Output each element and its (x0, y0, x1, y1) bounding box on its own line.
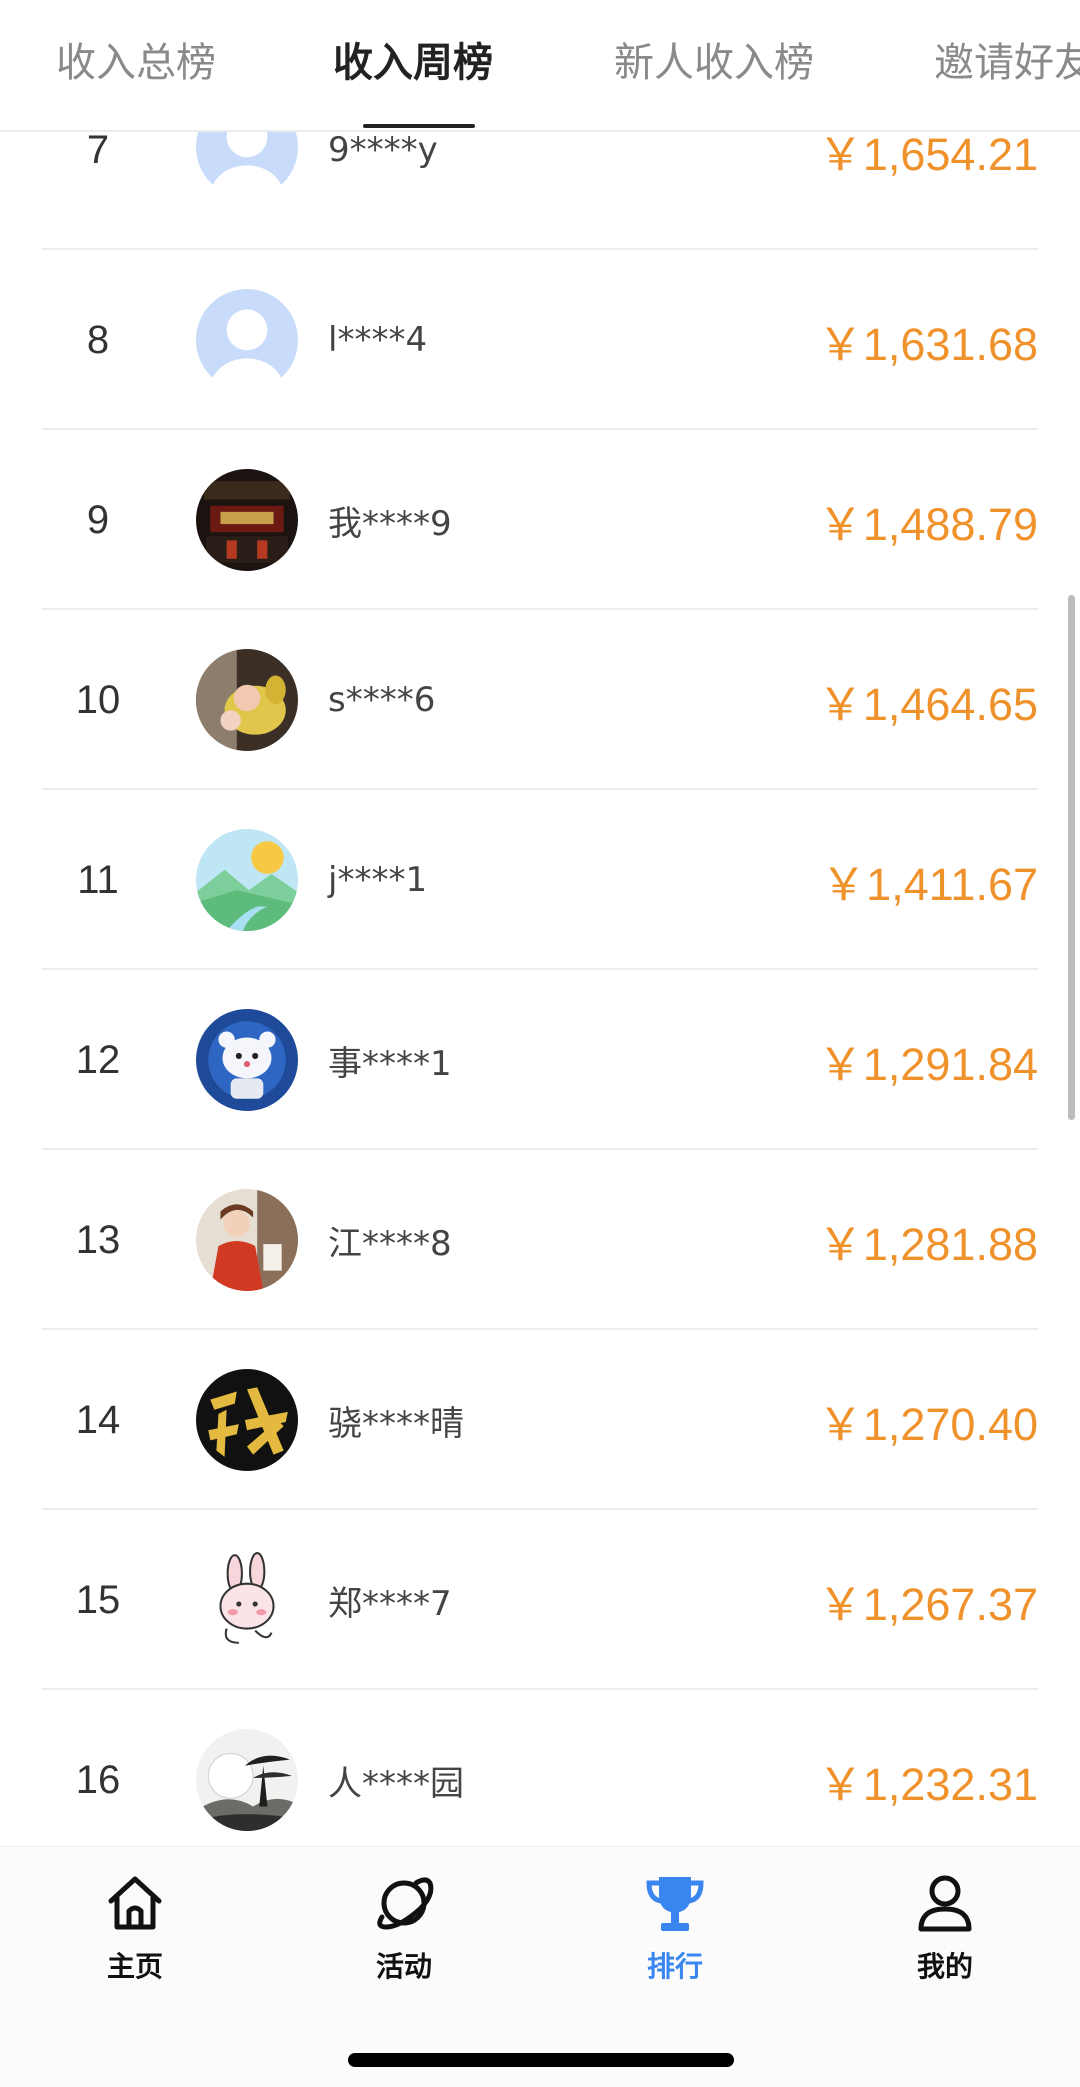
user-icon (918, 1875, 972, 1932)
user-name: j****1 (328, 860, 428, 900)
income-amount: ￥1,267.37 (817, 1578, 1038, 1630)
tab-invite-friends[interactable]: 邀请好友 (934, 30, 1080, 96)
user-name: 骁****晴 (328, 1403, 464, 1444)
nav-activity-label: 活动 (375, 1950, 432, 1983)
ranking-row[interactable]: 15 郑****7 ￥1,267.37 (42, 1510, 1038, 1690)
rank-number: 15 (75, 1577, 121, 1622)
ranking-row[interactable]: 9 我****9 ￥1,488.79 (42, 430, 1038, 610)
income-amount: ￥1,232.31 (817, 1758, 1038, 1810)
nav-ranking-label: 排行 (646, 1950, 703, 1983)
income-amount: ￥1,411.67 (821, 858, 1038, 910)
rank-number: 16 (75, 1757, 121, 1802)
income-amount: ￥1,270.40 (817, 1398, 1038, 1450)
photo-avatar[interactable] (196, 1189, 298, 1291)
bear-avatar[interactable] (196, 1009, 298, 1111)
ranking-row[interactable]: 14 骁****晴 ￥1,270.40 (42, 1330, 1038, 1510)
rank-number: 14 (75, 1397, 121, 1442)
user-name: 事****1 (328, 1043, 452, 1084)
income-amount: ￥1,464.65 (817, 678, 1038, 730)
ink-painting-avatar[interactable] (196, 1729, 298, 1831)
photo-avatar[interactable] (196, 469, 298, 571)
user-name: 江****8 (328, 1223, 452, 1264)
nav-ranking[interactable]: 排行 (610, 1871, 740, 1991)
planet-icon (377, 1877, 434, 1930)
landscape-avatar[interactable] (196, 829, 298, 931)
tab-weekly-income[interactable]: 收入周榜 (333, 30, 493, 96)
user-name: l****4 (328, 320, 428, 360)
rank-number: 12 (75, 1037, 121, 1082)
ranking-row[interactable]: 12 事****1 ￥1,291.84 (42, 970, 1038, 1150)
rabbit-avatar[interactable] (196, 1549, 298, 1651)
tab-total-income[interactable]: 收入总榜 (56, 30, 216, 96)
user-name: s****6 (328, 680, 436, 720)
nav-profile[interactable]: 我的 (880, 1871, 1010, 1991)
rank-number: 13 (75, 1217, 121, 1262)
calligraphy-avatar[interactable] (196, 1369, 298, 1471)
nav-home[interactable]: 主页 (70, 1871, 200, 1991)
home-icon (108, 1876, 162, 1930)
rank-number: 10 (75, 677, 121, 722)
income-amount: ￥1,281.88 (817, 1218, 1038, 1270)
rank-number: 9 (86, 497, 110, 542)
photo-avatar[interactable] (196, 649, 298, 751)
tab-newcomer-income[interactable]: 新人收入榜 (614, 30, 814, 96)
home-indicator[interactable] (348, 2053, 734, 2067)
default-avatar[interactable] (196, 289, 298, 391)
ranking-tabs: 收入总榜 收入周榜 新人收入榜 邀请好友 (0, 0, 1080, 132)
user-name: 人****园 (328, 1763, 464, 1804)
rank-number: 8 (86, 317, 110, 362)
income-amount: ￥1,488.79 (817, 498, 1038, 550)
bottom-navigation: 主页 活动 排行 我的 (0, 1846, 1080, 2087)
user-name: 我****9 (328, 503, 452, 544)
nav-home-label: 主页 (106, 1950, 163, 1983)
ranking-row[interactable]: 11 j****1 ￥1,411.67 (42, 790, 1038, 970)
scroll-indicator[interactable] (1068, 595, 1075, 1120)
nav-activity[interactable]: 活动 (339, 1871, 469, 1991)
active-tab-indicator (363, 124, 475, 128)
nav-profile-label: 我的 (916, 1950, 973, 1983)
income-amount: ￥1,631.68 (817, 318, 1038, 370)
ranking-row[interactable]: 8 l****4 ￥1,631.68 (42, 250, 1038, 430)
trophy-icon (646, 1877, 704, 1931)
rank-number: 11 (77, 857, 119, 902)
ranking-row[interactable]: 13 江****8 ￥1,281.88 (42, 1150, 1038, 1330)
ranking-row[interactable]: 16 人****园 ￥1,232.31 (42, 1690, 1038, 1870)
income-amount: ￥1,291.84 (817, 1038, 1038, 1090)
ranking-row[interactable]: 10 s****6 ￥1,464.65 (42, 610, 1038, 790)
user-name: 郑****7 (328, 1583, 452, 1624)
